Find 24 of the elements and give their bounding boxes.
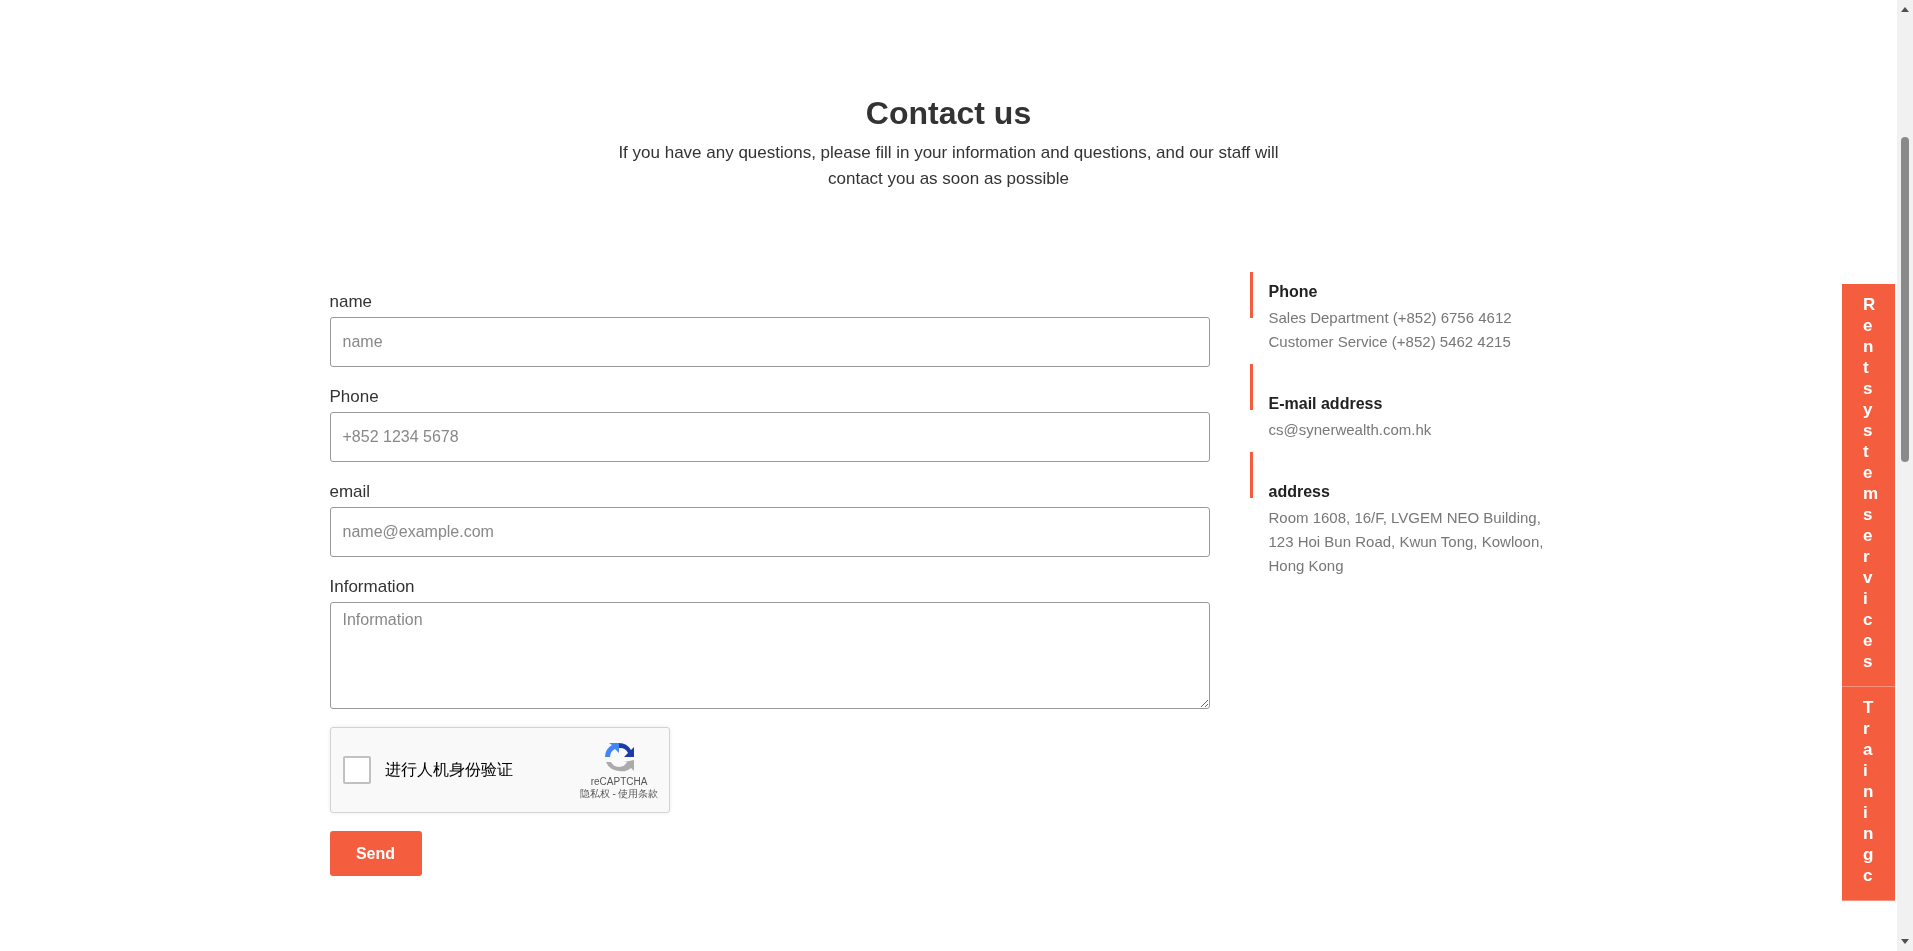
text-area[interactable]: Information (329, 602, 1210, 709)
captcha-label: 进行人机身份验证 (384, 759, 514, 780)
info-title: E-mail address (1268, 394, 1384, 414)
info-title: Phone (1268, 282, 1319, 302)
info-text: Room 1608, 16/F, LVGEM NEO Building, 123 Hoi Bun Road, Kwun Tong, Kowloon, Hong Kong (1268, 508, 1545, 576)
field-label: Phone (329, 387, 380, 407)
captcha-terms[interactable]: 隐私权 - 使用条款 (579, 786, 659, 801)
info-text: cs@synerwealth.com.hk (1268, 420, 1433, 440)
field-label: name (329, 292, 374, 312)
page-subtitle: If you have any questions, please fill in your information and questions, and our staff will contact you as soon as possible (617, 142, 1280, 190)
side-tab[interactable]: Rent system services (1842, 284, 1895, 687)
info-text: Sales Department (+852) 6756 4612 (1268, 308, 1513, 328)
send-button[interactable]: Send (329, 831, 422, 876)
checkbox[interactable] (342, 756, 371, 784)
page-title: Contact us (865, 95, 1032, 132)
input-field[interactable]: name (329, 317, 1210, 367)
field-label: email (329, 482, 372, 502)
info-title: address (1268, 482, 1331, 502)
input-field[interactable]: +852 1234 5678 (329, 412, 1210, 462)
info-text: Customer Service (+852) 5462 4215 (1268, 332, 1512, 352)
field-label: Information (329, 577, 416, 597)
captcha-brand: reCAPTCHA (590, 775, 648, 787)
side-tab[interactable]: Training c (1842, 687, 1895, 901)
input-field[interactable]: name@example.com (329, 507, 1210, 557)
